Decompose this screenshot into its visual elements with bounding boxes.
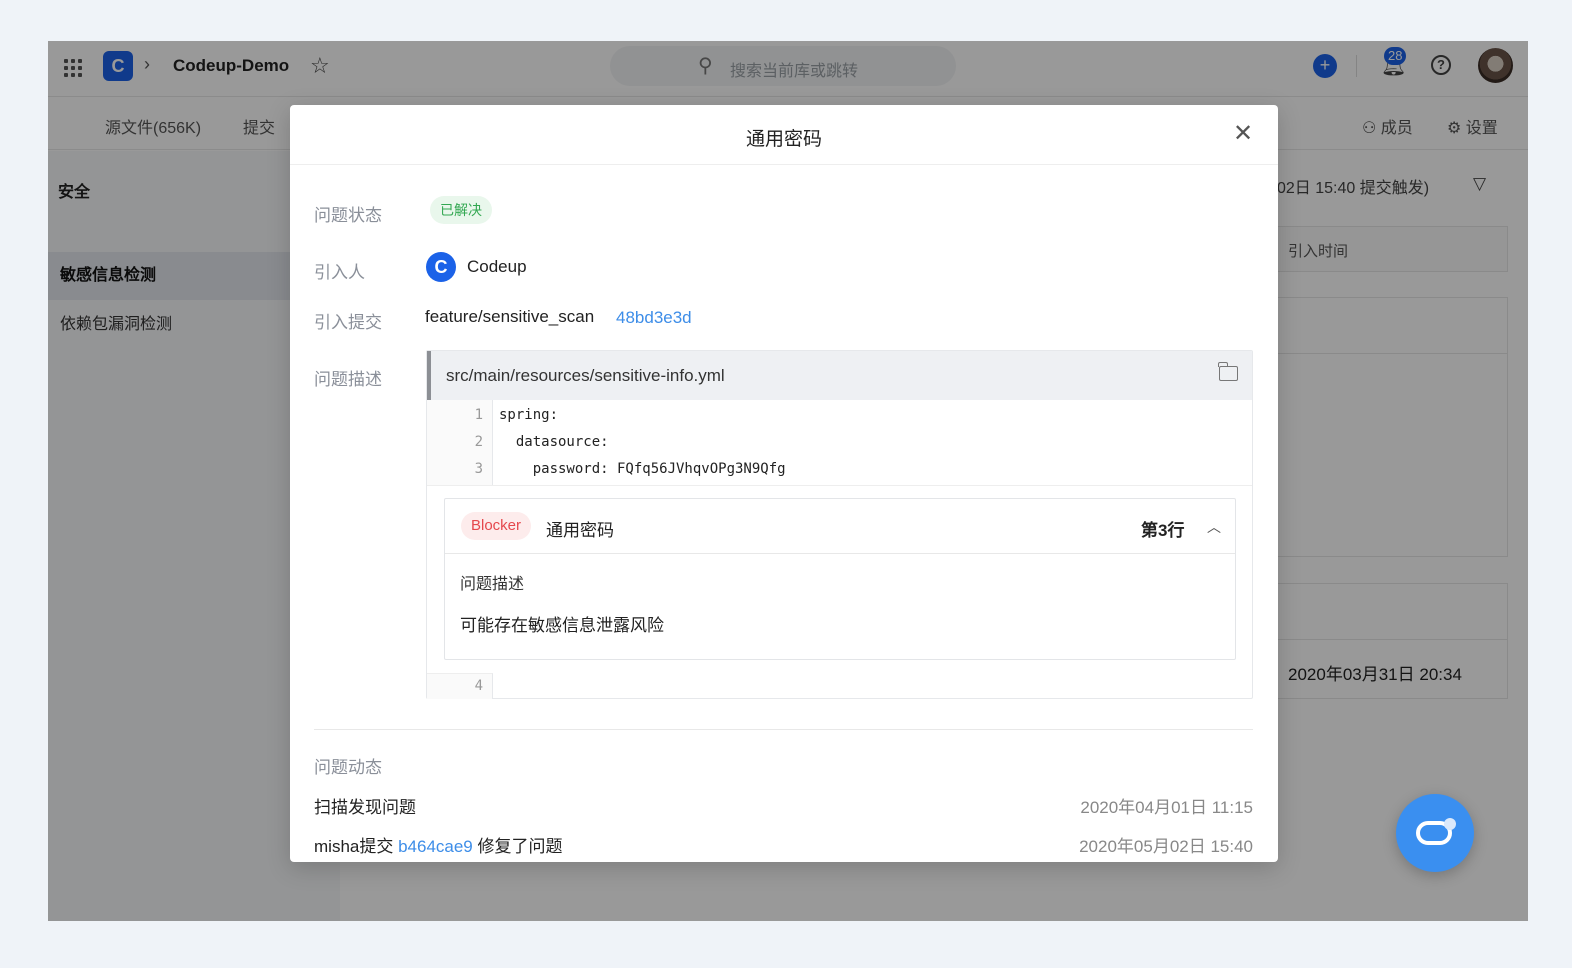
divider	[427, 485, 1252, 486]
chat-dot	[1444, 818, 1456, 830]
modal-title: 通用密码	[745, 129, 822, 150]
issue-rule-name: 通用密码	[546, 521, 614, 540]
description-label: 问题描述	[314, 370, 382, 389]
issue-detail-modal: 通用密码 ✕ 问题状态 已解决 引入人 C Codeup 引入提交 featur…	[290, 105, 1278, 862]
activity-item: 扫描发现问题	[314, 793, 416, 818]
status-label: 问题状态	[314, 206, 382, 225]
commit-hash-link[interactable]: 48bd3e3d	[616, 308, 692, 328]
divider	[314, 729, 1253, 730]
code-line: spring:	[499, 407, 559, 423]
branch-name: feature/sensitive_scan	[425, 307, 595, 326]
chat-button[interactable]	[1396, 794, 1474, 872]
activity-text: 扫描发现问题	[314, 798, 416, 817]
activity-time: 2020年05月02日 15:40	[1079, 837, 1253, 856]
code-line: datasource:	[499, 434, 609, 450]
line-number: 4	[474, 678, 483, 694]
codeup-avatar-icon: C	[426, 252, 456, 282]
line-number: 2	[474, 434, 483, 450]
issue-line-number: 第3行	[1141, 521, 1185, 540]
file-path: src/main/resources/sensitive-info.yml	[446, 366, 725, 385]
code-line: password: FQfq56JVhqvOPg3N9Qfg	[499, 461, 786, 477]
issue-card: Blocker 通用密码 第3行 ︿ 问题描述 可能存在敏感信息泄露风险	[444, 498, 1236, 660]
line-number: 1	[474, 407, 483, 423]
issue-description-text: 可能存在敏感信息泄露风险	[460, 616, 664, 635]
status-badge: 已解决	[430, 196, 492, 224]
line-number: 3	[474, 461, 483, 477]
file-header: src/main/resources/sensitive-info.yml	[427, 351, 1252, 400]
modal-header: 通用密码 ✕	[290, 105, 1278, 165]
introducer-name: Codeup	[467, 257, 527, 276]
activity-text: misha提交	[314, 837, 399, 856]
activity-time: 2020年04月01日 11:15	[1080, 798, 1253, 817]
issue-header[interactable]: Blocker 通用密码 第3行 ︿	[445, 499, 1235, 554]
folder-icon[interactable]	[1218, 362, 1238, 381]
activity-label: 问题动态	[314, 758, 382, 777]
close-icon[interactable]: ✕	[1230, 121, 1256, 147]
fix-commit-link[interactable]: b464cae9	[398, 837, 473, 856]
severity-badge: Blocker	[461, 512, 532, 540]
issue-description-label: 问题描述	[460, 576, 525, 593]
code-snippet-panel: src/main/resources/sensitive-info.yml 1 …	[426, 350, 1253, 699]
activity-text-suffix: 修复了问题	[472, 837, 563, 856]
introducer-label: 引入人	[314, 263, 365, 282]
commit-label: 引入提交	[314, 313, 382, 332]
chevron-up-icon[interactable]: ︿	[1207, 517, 1221, 537]
activity-item: misha提交 b464cae9 修复了问题	[314, 832, 563, 857]
